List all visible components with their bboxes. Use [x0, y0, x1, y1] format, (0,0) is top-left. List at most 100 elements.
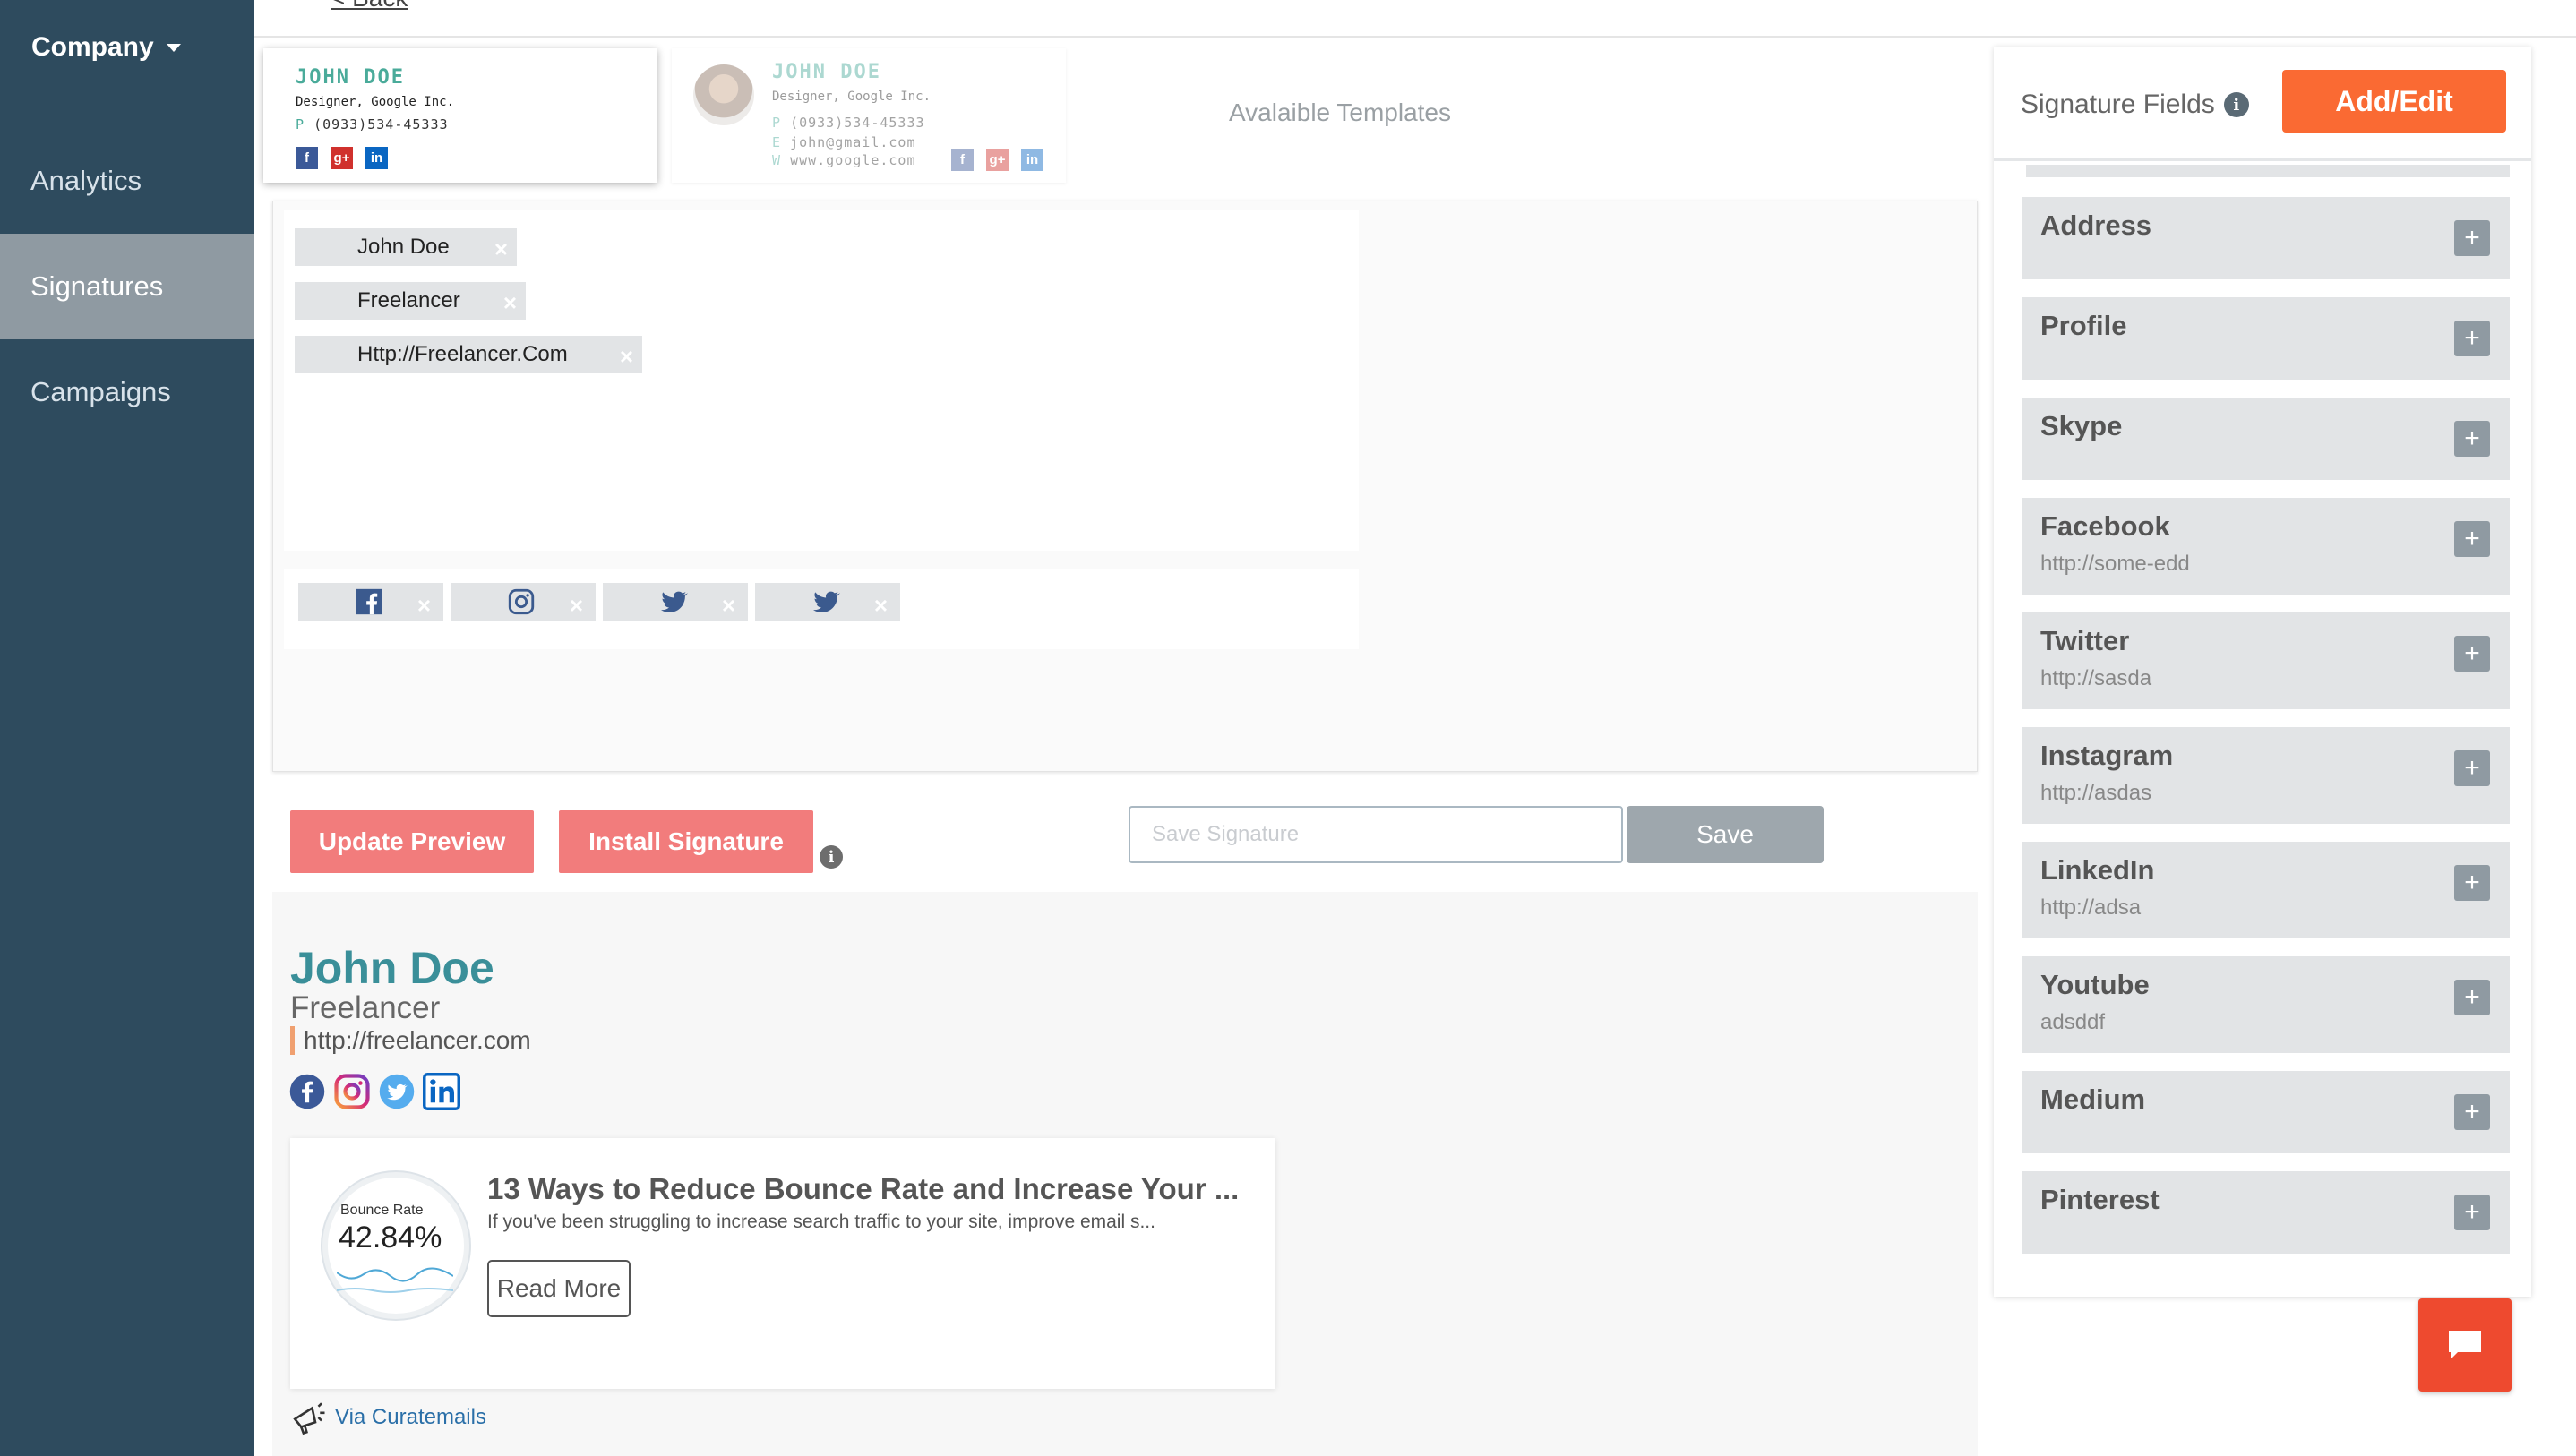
field-skype[interactable]: Skype + — [2022, 398, 2510, 480]
twitter-icon — [812, 591, 840, 612]
field-instagram[interactable]: Instagram http://asdas + — [2022, 727, 2510, 824]
plus-icon[interactable]: + — [2454, 1094, 2490, 1130]
remove-icon[interactable]: × — [570, 592, 583, 620]
info-icon[interactable]: i — [2223, 92, 2249, 117]
template-phone-prefix: P — [772, 115, 782, 131]
remove-icon[interactable]: × — [494, 236, 508, 263]
social-chip-facebook[interactable]: × — [298, 583, 443, 621]
preview-title: Freelancer — [290, 990, 441, 1025]
google-plus-icon: g+ — [331, 147, 353, 169]
signature-fields-title-label: Signature Fields — [2021, 90, 2215, 119]
remove-icon[interactable]: × — [417, 592, 431, 620]
field-chip[interactable]: Freelancer × — [295, 282, 526, 320]
chart-wave-icon — [337, 1267, 453, 1293]
nav-analytics-label: Analytics — [30, 165, 142, 196]
plus-icon[interactable]: + — [2454, 220, 2490, 256]
info-icon[interactable]: i — [820, 845, 843, 869]
available-templates-label: Avalaible Templates — [1229, 98, 1452, 126]
field-linkedin[interactable]: LinkedIn http://adsa + — [2022, 842, 2510, 938]
template-avatar — [693, 64, 754, 125]
remove-icon[interactable]: × — [620, 343, 633, 371]
social-chip-instagram[interactable]: × — [451, 583, 596, 621]
field-name: Medium — [2040, 1083, 2146, 1115]
template-web-prefix: W — [772, 152, 782, 168]
plus-icon[interactable]: + — [2454, 321, 2490, 356]
field-chip[interactable]: Http://Freelancer.Com × — [295, 336, 642, 373]
save-signature-input[interactable] — [1129, 806, 1623, 863]
field-name: Youtube — [2040, 969, 2150, 1000]
field-pinterest[interactable]: Pinterest + — [2022, 1171, 2510, 1254]
template-card-1[interactable]: JOHN DOE Designer, Google Inc. P (0933)5… — [263, 48, 657, 183]
template-web: W www.google.com — [772, 152, 916, 168]
top-bar: < Back — [254, 0, 2576, 38]
install-signature-button[interactable]: Install Signature — [559, 810, 813, 873]
google-plus-icon: g+ — [986, 149, 1009, 171]
instagram-icon[interactable] — [333, 1073, 371, 1110]
field-profile[interactable]: Profile + — [2022, 297, 2510, 380]
campaign-card: Bounce Rate 42.84% 13 Ways to Reduce Bou… — [290, 1138, 1275, 1389]
remove-icon[interactable]: × — [503, 289, 517, 317]
field-value: http://adsa — [2040, 895, 2142, 920]
update-preview-button[interactable]: Update Preview — [290, 810, 534, 873]
plus-icon[interactable]: + — [2454, 1195, 2490, 1230]
template-card-2[interactable]: JOHN DOE Designer, Google Inc. P (0933)5… — [672, 48, 1066, 183]
facebook-icon: f — [951, 149, 974, 171]
field-address[interactable]: Address + — [2022, 197, 2510, 279]
add-edit-button[interactable]: Add/Edit — [2282, 70, 2506, 133]
remove-icon[interactable]: × — [722, 592, 735, 620]
caret-down-icon — [166, 43, 181, 52]
field-twitter[interactable]: Twitter http://sasda + — [2022, 612, 2510, 709]
nav-signatures[interactable]: Signatures — [0, 234, 254, 339]
save-button[interactable]: Save — [1627, 806, 1824, 863]
linkedin-icon[interactable] — [423, 1073, 460, 1110]
template-email-prefix: E — [772, 134, 782, 150]
field-chip-label: Http://Freelancer.Com — [357, 342, 568, 366]
field-name: Pinterest — [2040, 1184, 2160, 1215]
nav-analytics[interactable]: Analytics — [0, 128, 254, 234]
instagram-icon — [508, 588, 535, 615]
plus-icon[interactable]: + — [2454, 421, 2490, 457]
via-curatemails[interactable]: Via Curatemails — [290, 1399, 486, 1436]
plus-icon[interactable]: + — [2454, 636, 2490, 672]
company-menu[interactable]: Company — [31, 32, 181, 63]
nav-campaigns[interactable]: Campaigns — [0, 339, 254, 445]
facebook-icon[interactable] — [288, 1073, 326, 1110]
plus-icon[interactable]: + — [2454, 980, 2490, 1015]
preview-url[interactable]: http://freelancer.com — [290, 1026, 531, 1055]
field-value: http://sasda — [2040, 666, 2152, 690]
field-chips-area: John Doe × Freelancer × Http://Freelance… — [284, 210, 1359, 551]
template-web-value: www.google.com — [790, 152, 916, 168]
field-value: http://some-edd — [2040, 552, 2190, 576]
chat-button[interactable] — [2418, 1298, 2512, 1392]
field-facebook[interactable]: Facebook http://some-edd + — [2022, 498, 2510, 595]
plus-icon[interactable]: + — [2454, 521, 2490, 557]
plus-icon[interactable]: + — [2454, 865, 2490, 901]
social-chip-twitter[interactable]: × — [755, 583, 900, 621]
campaign-title[interactable]: 13 Ways to Reduce Bounce Rate and Increa… — [487, 1172, 1239, 1206]
template-phone: P (0933)534-45333 — [772, 115, 925, 131]
twitter-icon — [660, 591, 688, 612]
field-chip-label: Freelancer — [357, 288, 460, 313]
chat-bubble-icon — [2449, 1331, 2481, 1359]
field-chip[interactable]: John Doe × — [295, 228, 517, 266]
remove-icon[interactable]: × — [874, 592, 888, 620]
preview-name: John Doe — [290, 943, 494, 993]
template-phone: P (0933)534-45333 — [296, 116, 449, 133]
back-link[interactable]: < Back — [331, 0, 408, 13]
field-name: Address — [2040, 210, 2152, 241]
template-job-title: Designer, Google Inc. — [772, 90, 932, 104]
template-phone-value: (0933)534-45333 — [313, 116, 449, 133]
twitter-icon[interactable] — [378, 1073, 416, 1110]
preview-social-icons — [288, 1073, 460, 1110]
field-youtube[interactable]: Youtube adsddf + — [2022, 956, 2510, 1053]
template-name: JOHN DOE — [296, 66, 405, 89]
read-more-button[interactable]: Read More — [487, 1260, 631, 1317]
company-label: Company — [31, 32, 154, 62]
template-social-icons: f g+ in — [951, 149, 1043, 171]
plus-icon[interactable]: + — [2454, 750, 2490, 786]
signature-editor: John Doe × Freelancer × Http://Freelance… — [272, 201, 1978, 772]
field-medium[interactable]: Medium + — [2022, 1071, 2510, 1153]
social-chip-twitter[interactable]: × — [603, 583, 748, 621]
signature-fields-title: Signature Fields i — [2021, 90, 2249, 120]
megaphone-icon — [293, 1402, 325, 1435]
